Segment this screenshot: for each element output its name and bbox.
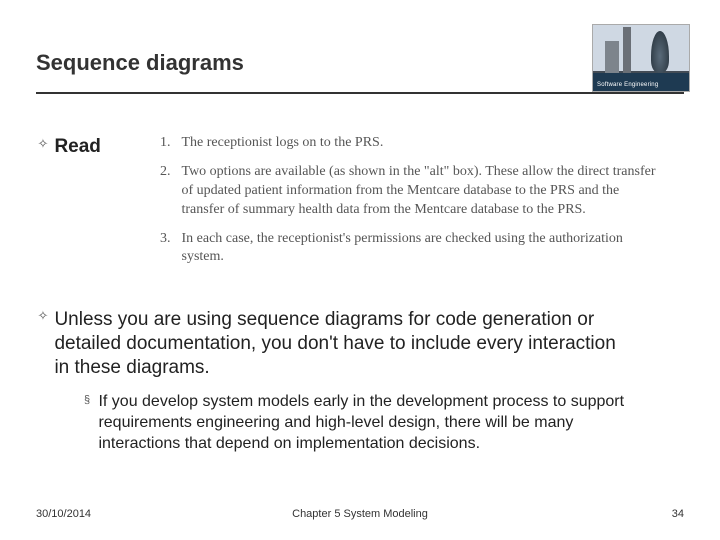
logo-building	[605, 41, 619, 73]
logo-caption: Software Engineering	[597, 82, 658, 88]
page-title: Sequence diagrams	[36, 50, 244, 76]
sub-bullet-text: If you develop system models early in th…	[98, 392, 646, 454]
list-number: 1.	[160, 134, 178, 153]
list-number: 3.	[160, 230, 178, 249]
bullet-read-label: Read	[54, 136, 100, 158]
bullet-read: ✧ Read	[36, 136, 101, 158]
book-cover-thumbnail: Software Engineering	[592, 24, 690, 92]
diamond-bullet-icon: ✧	[36, 308, 50, 325]
bullet-paragraph: ✧ Unless you are using sequence diagrams…	[36, 308, 672, 379]
list-text: In each case, the receptionist's permiss…	[182, 230, 658, 268]
list-text: The receptionist logs on to the PRS.	[182, 134, 658, 153]
list-item: 1. The receptionist logs on to the PRS.	[160, 134, 660, 153]
sub-bullet: § If you develop system models early in …	[80, 392, 660, 454]
list-text: Two options are available (as shown in t…	[182, 163, 658, 220]
list-item: 2. Two options are available (as shown i…	[160, 163, 660, 220]
footer-chapter: Chapter 5 System Modeling	[0, 508, 720, 520]
footer-page-number: 34	[672, 508, 684, 520]
list-item: 3. In each case, the receptionist's perm…	[160, 230, 660, 268]
numbered-excerpt: 1. The receptionist logs on to the PRS. …	[160, 134, 660, 277]
logo-building	[623, 27, 631, 73]
square-bullet-icon: §	[80, 392, 94, 410]
title-underline	[36, 92, 684, 94]
list-number: 2.	[160, 163, 178, 182]
diamond-bullet-icon: ✧	[36, 136, 50, 153]
slide: Sequence diagrams Software Engineering ✧…	[0, 0, 720, 540]
bullet-paragraph-text: Unless you are using sequence diagrams f…	[54, 308, 634, 379]
